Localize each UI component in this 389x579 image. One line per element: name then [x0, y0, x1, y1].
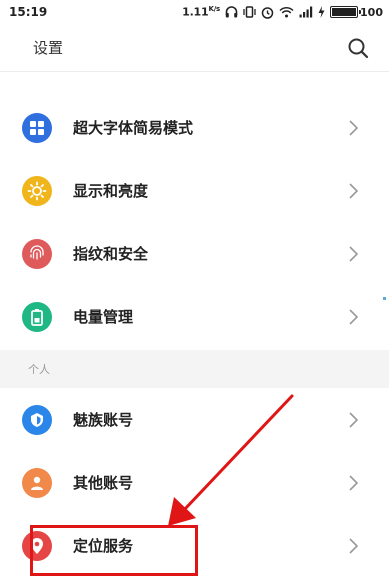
account-shield-icon [22, 404, 52, 435]
row-label-fingerprint: 指纹和安全 [73, 245, 149, 263]
chevron-right-icon [349, 182, 359, 199]
person-icon [22, 467, 52, 498]
settings-row-display[interactable]: 显示和亮度 [0, 159, 389, 222]
wifi-icon [279, 6, 294, 18]
charging-icon [318, 6, 325, 18]
section-header-personal: 个人 [0, 350, 389, 388]
signal-icon [299, 6, 313, 18]
page-title: 设置 [33, 39, 64, 57]
row-label-meizu-account: 魅族账号 [73, 411, 134, 429]
grid-icon [22, 112, 52, 143]
settings-row-battery[interactable]: 电量管理 [0, 285, 389, 348]
sun-icon [22, 175, 52, 206]
app-header: 设置 [0, 24, 389, 72]
settings-screen: 15:19 1.11K/s 100 设置 超大字体简易模式 显示和亮度 指纹和安… [0, 0, 389, 579]
status-icons: 1.11K/s 100 [182, 5, 383, 19]
status-bar: 15:19 1.11K/s 100 [0, 0, 389, 24]
row-label-large-font: 超大字体简易模式 [73, 119, 194, 137]
search-icon[interactable] [347, 37, 369, 59]
status-time: 15:19 [9, 5, 48, 19]
row-label-battery: 电量管理 [73, 308, 134, 326]
settings-row-fingerprint[interactable]: 指纹和安全 [0, 222, 389, 285]
battery-icon [22, 301, 52, 332]
alarm-icon [261, 6, 274, 19]
chevron-right-icon [349, 119, 359, 136]
row-label-other-accounts: 其他账号 [73, 474, 134, 492]
chevron-right-icon [349, 537, 359, 554]
fingerprint-icon [22, 238, 52, 269]
row-label-display: 显示和亮度 [73, 182, 149, 200]
network-speed: 1.11K/s [182, 5, 221, 19]
settings-row-meizu-account[interactable]: 魅族账号 [0, 388, 389, 451]
battery-group: 100 [330, 6, 383, 19]
chevron-right-icon [349, 245, 359, 262]
edge-mark [383, 297, 386, 300]
settings-row-other-accounts[interactable]: 其他账号 [0, 451, 389, 514]
headphones-icon [225, 6, 238, 18]
vibrate-icon [243, 6, 256, 18]
chevron-right-icon [349, 474, 359, 491]
battery-icon [330, 6, 362, 18]
settings-row-large-font[interactable]: 超大字体简易模式 [0, 96, 389, 159]
annotation-highlight-box [30, 525, 198, 576]
chevron-right-icon [349, 411, 359, 428]
chevron-right-icon [349, 308, 359, 325]
battery-level: 100 [360, 5, 383, 19]
